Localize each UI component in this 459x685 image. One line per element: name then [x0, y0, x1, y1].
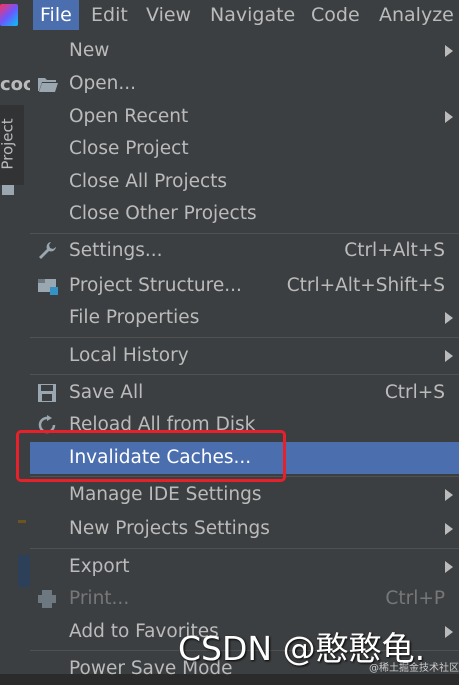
menu-item-label: New	[69, 40, 110, 61]
menu-item-label: Close Project	[69, 138, 189, 159]
project-tab-label: Project	[0, 118, 17, 170]
menu-file[interactable]: File	[33, 0, 79, 30]
menu-navigate[interactable]: Navigate	[210, 0, 295, 30]
submenu-arrow-icon	[445, 111, 453, 123]
submenu-arrow-icon	[445, 561, 453, 573]
menu-separator	[30, 548, 459, 549]
menu-item-file-properties[interactable]: File Properties	[30, 302, 459, 334]
menu-item-label: New Projects Settings	[69, 518, 270, 539]
menu-item-new-projects-settings[interactable]: New Projects Settings	[30, 513, 459, 545]
editor-marker	[18, 520, 26, 523]
menu-item-label: File Properties	[69, 307, 200, 328]
menu-bar: File Edit View Navigate Code Analyze	[0, 0, 459, 30]
menu-item-shortcut: Ctrl+P	[385, 588, 445, 609]
menu-separator	[30, 374, 459, 375]
menu-edit[interactable]: Edit	[91, 0, 128, 30]
wrench-icon	[39, 242, 56, 259]
submenu-arrow-icon	[445, 350, 453, 362]
project-structure-icon	[38, 279, 58, 295]
save-icon	[38, 384, 56, 402]
menu-item-close-other-projects[interactable]: Close Other Projects	[30, 198, 459, 230]
file-menu-dropdown: New Open... Open Recent Close Project Cl…	[30, 30, 459, 679]
menu-item-label: Export	[69, 556, 130, 577]
menu-item-label: Close All Projects	[69, 171, 228, 192]
menu-item-save-all[interactable]: Save All Ctrl+S	[30, 377, 459, 409]
watermark-small-text: @稀土掘金技术社区	[369, 663, 459, 674]
submenu-arrow-icon	[445, 626, 453, 638]
menu-item-new[interactable]: New	[30, 35, 459, 67]
menu-code[interactable]: Code	[311, 0, 360, 30]
menu-item-label: Local History	[69, 345, 189, 366]
menu-separator	[30, 233, 459, 234]
menu-item-label: Open Recent	[69, 106, 189, 127]
menu-item-label: Project Structure...	[69, 275, 242, 296]
tool-window-strip: coc Project	[0, 30, 34, 674]
menu-item-export[interactable]: Export	[30, 551, 459, 583]
submenu-arrow-icon	[445, 312, 453, 324]
menu-item-close-all-projects[interactable]: Close All Projects	[30, 166, 459, 198]
toolbar-project-name: coc	[0, 74, 34, 95]
menu-item-label: Settings...	[69, 240, 163, 261]
print-icon	[38, 590, 56, 608]
menu-item-label: Close Other Projects	[69, 203, 257, 224]
menu-view[interactable]: View	[146, 0, 191, 30]
submenu-arrow-icon	[445, 523, 453, 535]
app-logo-icon[interactable]	[0, 4, 18, 26]
menu-item-open[interactable]: Open...	[30, 68, 459, 100]
menu-item-local-history[interactable]: Local History	[30, 340, 459, 372]
menu-item-shortcut: Ctrl+Alt+Shift+S	[286, 275, 445, 296]
submenu-arrow-icon	[445, 45, 453, 57]
submenu-arrow-icon	[445, 489, 453, 501]
menu-item-label: Open...	[69, 73, 137, 94]
menu-item-open-recent[interactable]: Open Recent	[30, 101, 459, 133]
menu-item-project-structure[interactable]: Project Structure... Ctrl+Alt+Shift+S	[30, 270, 459, 302]
menu-item-manage-ide-settings[interactable]: Manage IDE Settings	[30, 479, 459, 511]
menu-item-label: Print...	[69, 588, 130, 609]
menu-analyze[interactable]: Analyze	[379, 0, 454, 30]
menu-item-settings[interactable]: Settings... Ctrl+Alt+S	[30, 235, 459, 267]
menu-item-print[interactable]: Print... Ctrl+P	[30, 583, 459, 615]
menu-item-label: Save All	[69, 382, 144, 403]
highlight-annotation-box	[16, 430, 286, 482]
menu-item-shortcut: Ctrl+S	[384, 382, 445, 403]
editor-selection-marker	[18, 555, 30, 587]
menu-item-close-project[interactable]: Close Project	[30, 133, 459, 165]
menu-separator	[30, 337, 459, 338]
menu-item-shortcut: Ctrl+Alt+S	[344, 240, 445, 261]
menu-item-label: Manage IDE Settings	[69, 484, 262, 505]
folder-open-icon	[38, 78, 58, 92]
folder-icon	[2, 185, 14, 195]
